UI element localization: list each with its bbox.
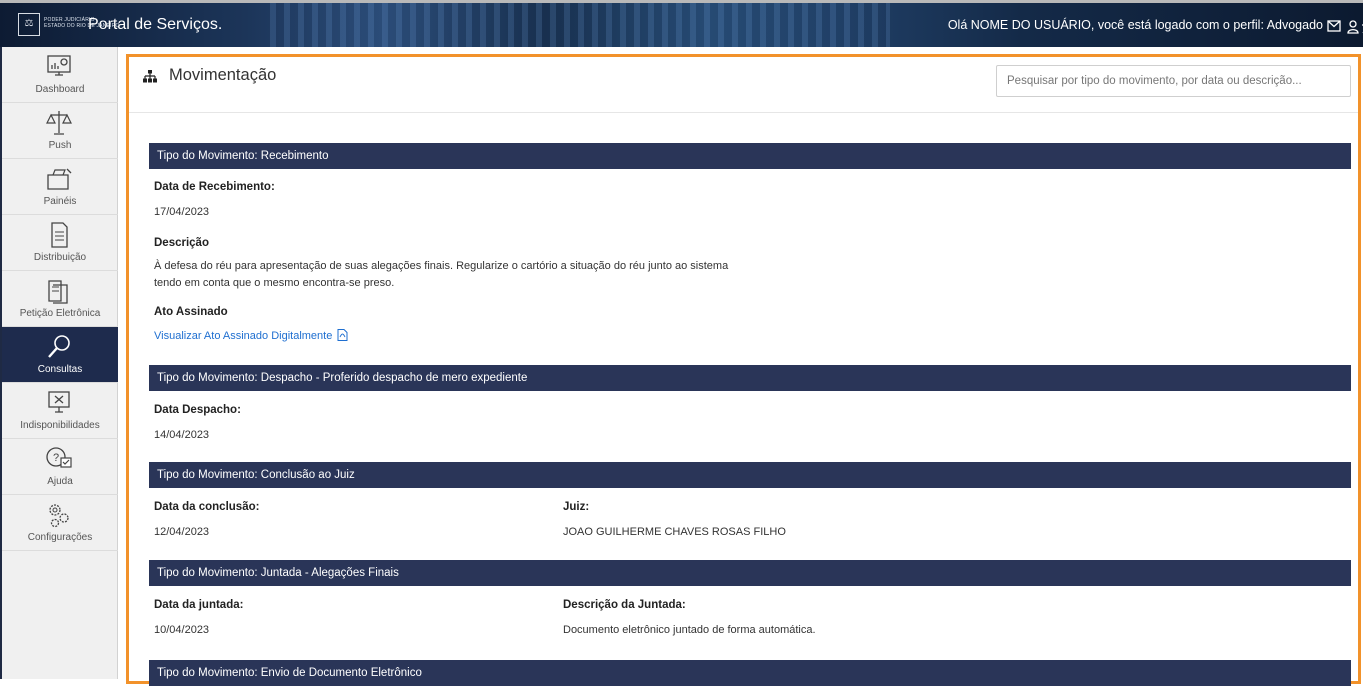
- sidebar-item-label: Distribuição: [33, 252, 87, 263]
- field-value: 14/04/2023: [154, 429, 210, 441]
- help-icon: ?: [46, 447, 72, 468]
- scales-icon: [46, 111, 72, 135]
- description-text-line1: À defesa do réu para apresentação de sua…: [154, 260, 729, 272]
- field-value: 10/04/2023: [154, 624, 210, 636]
- mail-icon[interactable]: [1327, 20, 1341, 35]
- accessibility-icon[interactable]: [1359, 20, 1363, 37]
- movement-type-bar: Tipo do Movimento: Recebimento: [149, 143, 1351, 169]
- field-label: Descrição: [154, 237, 209, 249]
- court-logo-icon[interactable]: ⚖: [18, 13, 40, 36]
- sidebar-item-peticao-eletronica[interactable]: Petição Eletrônica: [2, 271, 118, 327]
- magnifier-icon: [48, 335, 70, 358]
- field-value: 17/04/2023: [154, 206, 210, 218]
- user-greeting: Olá NOME DO USUÁRIO, você está logado co…: [947, 18, 1323, 32]
- description-text-line2: tendo em conta que o mesmo encontra-se p…: [154, 277, 395, 289]
- panels-icon: [47, 168, 72, 190]
- top-header: ⚖ PODER JUDICIÁRIO ESTADO DO RIO DE JANE…: [0, 0, 1363, 47]
- sidebar-item-label: Petição Eletrônica: [19, 308, 101, 319]
- document-icon: [51, 222, 68, 248]
- movement-type-bar: Tipo do Movimento: Despacho - Proferido …: [149, 365, 1351, 391]
- sidebar-item-label: Painéis: [43, 196, 77, 207]
- field-label: Ato Assinado: [154, 306, 228, 318]
- user-icon[interactable]: [1347, 20, 1359, 37]
- gears-icon: [49, 504, 69, 528]
- movement-type-bar: Tipo do Movimento: Conclusão ao Juiz: [149, 462, 1351, 488]
- portal-title[interactable]: Portal de Serviços.: [88, 16, 222, 34]
- sidebar-item-label: Indisponibilidades: [20, 420, 100, 431]
- movimentacao-panel: Movimentação Tipo do Movimento: Recebime…: [126, 54, 1361, 686]
- header-background-graphic: [270, 3, 890, 47]
- pdf-icon: [337, 329, 348, 341]
- dashboard-icon: [47, 55, 71, 76]
- sidebar-item-distribuicao[interactable]: Distribuição: [2, 215, 118, 271]
- field-label: Data da conclusão:: [154, 501, 260, 513]
- sidebar-item-label: Consultas: [37, 364, 83, 375]
- page-title: Movimentação: [169, 66, 277, 84]
- svg-text:?: ?: [53, 452, 59, 464]
- sidebar-item-configuracoes[interactable]: Configurações: [2, 495, 118, 551]
- sidebar-item-push[interactable]: Push: [2, 103, 118, 159]
- sidebar-item-label: Dashboard: [35, 84, 85, 95]
- folder-icon: [48, 280, 68, 304]
- unavailable-monitor-icon: [48, 391, 70, 413]
- field-label: Juiz:: [563, 501, 590, 513]
- sidebar-item-consultas[interactable]: Consultas: [2, 327, 118, 383]
- sitemap-icon: [143, 70, 157, 83]
- field-label: Data Despacho:: [154, 404, 241, 416]
- field-value: Documento eletrônico juntado de forma au…: [563, 624, 816, 636]
- field-label: Data de Recebimento:: [154, 181, 275, 193]
- panel-header: Movimentação: [129, 57, 1358, 113]
- sidebar-item-label: Ajuda: [47, 476, 73, 487]
- field-value: JOAO GUILHERME CHAVES ROSAS FILHO: [563, 526, 786, 538]
- field-label: Data da juntada:: [154, 599, 244, 611]
- field-label: Descrição da Juntada:: [563, 599, 686, 611]
- sidebar-item-label: Configurações: [27, 532, 93, 543]
- sidebar: Dashboard Push Painéis Distribuição Peti…: [0, 47, 118, 679]
- movement-type-bar: Tipo do Movimento: Envio de Documento El…: [149, 660, 1351, 686]
- sidebar-item-paineis[interactable]: Painéis: [2, 159, 118, 215]
- search-input[interactable]: [996, 65, 1351, 97]
- view-signed-act-link-text: Visualizar Ato Assinado Digitalmente: [154, 330, 333, 342]
- movement-type-bar: Tipo do Movimento: Juntada - Alegações F…: [149, 560, 1351, 586]
- sidebar-item-indisponibilidades[interactable]: Indisponibilidades: [2, 383, 118, 439]
- field-value: 12/04/2023: [154, 526, 210, 538]
- sidebar-item-dashboard[interactable]: Dashboard: [2, 47, 118, 103]
- sidebar-item-ajuda[interactable]: ? Ajuda: [2, 439, 118, 495]
- sidebar-item-label: Push: [48, 140, 72, 151]
- view-signed-act-link[interactable]: Visualizar Ato Assinado Digitalmente: [154, 329, 348, 342]
